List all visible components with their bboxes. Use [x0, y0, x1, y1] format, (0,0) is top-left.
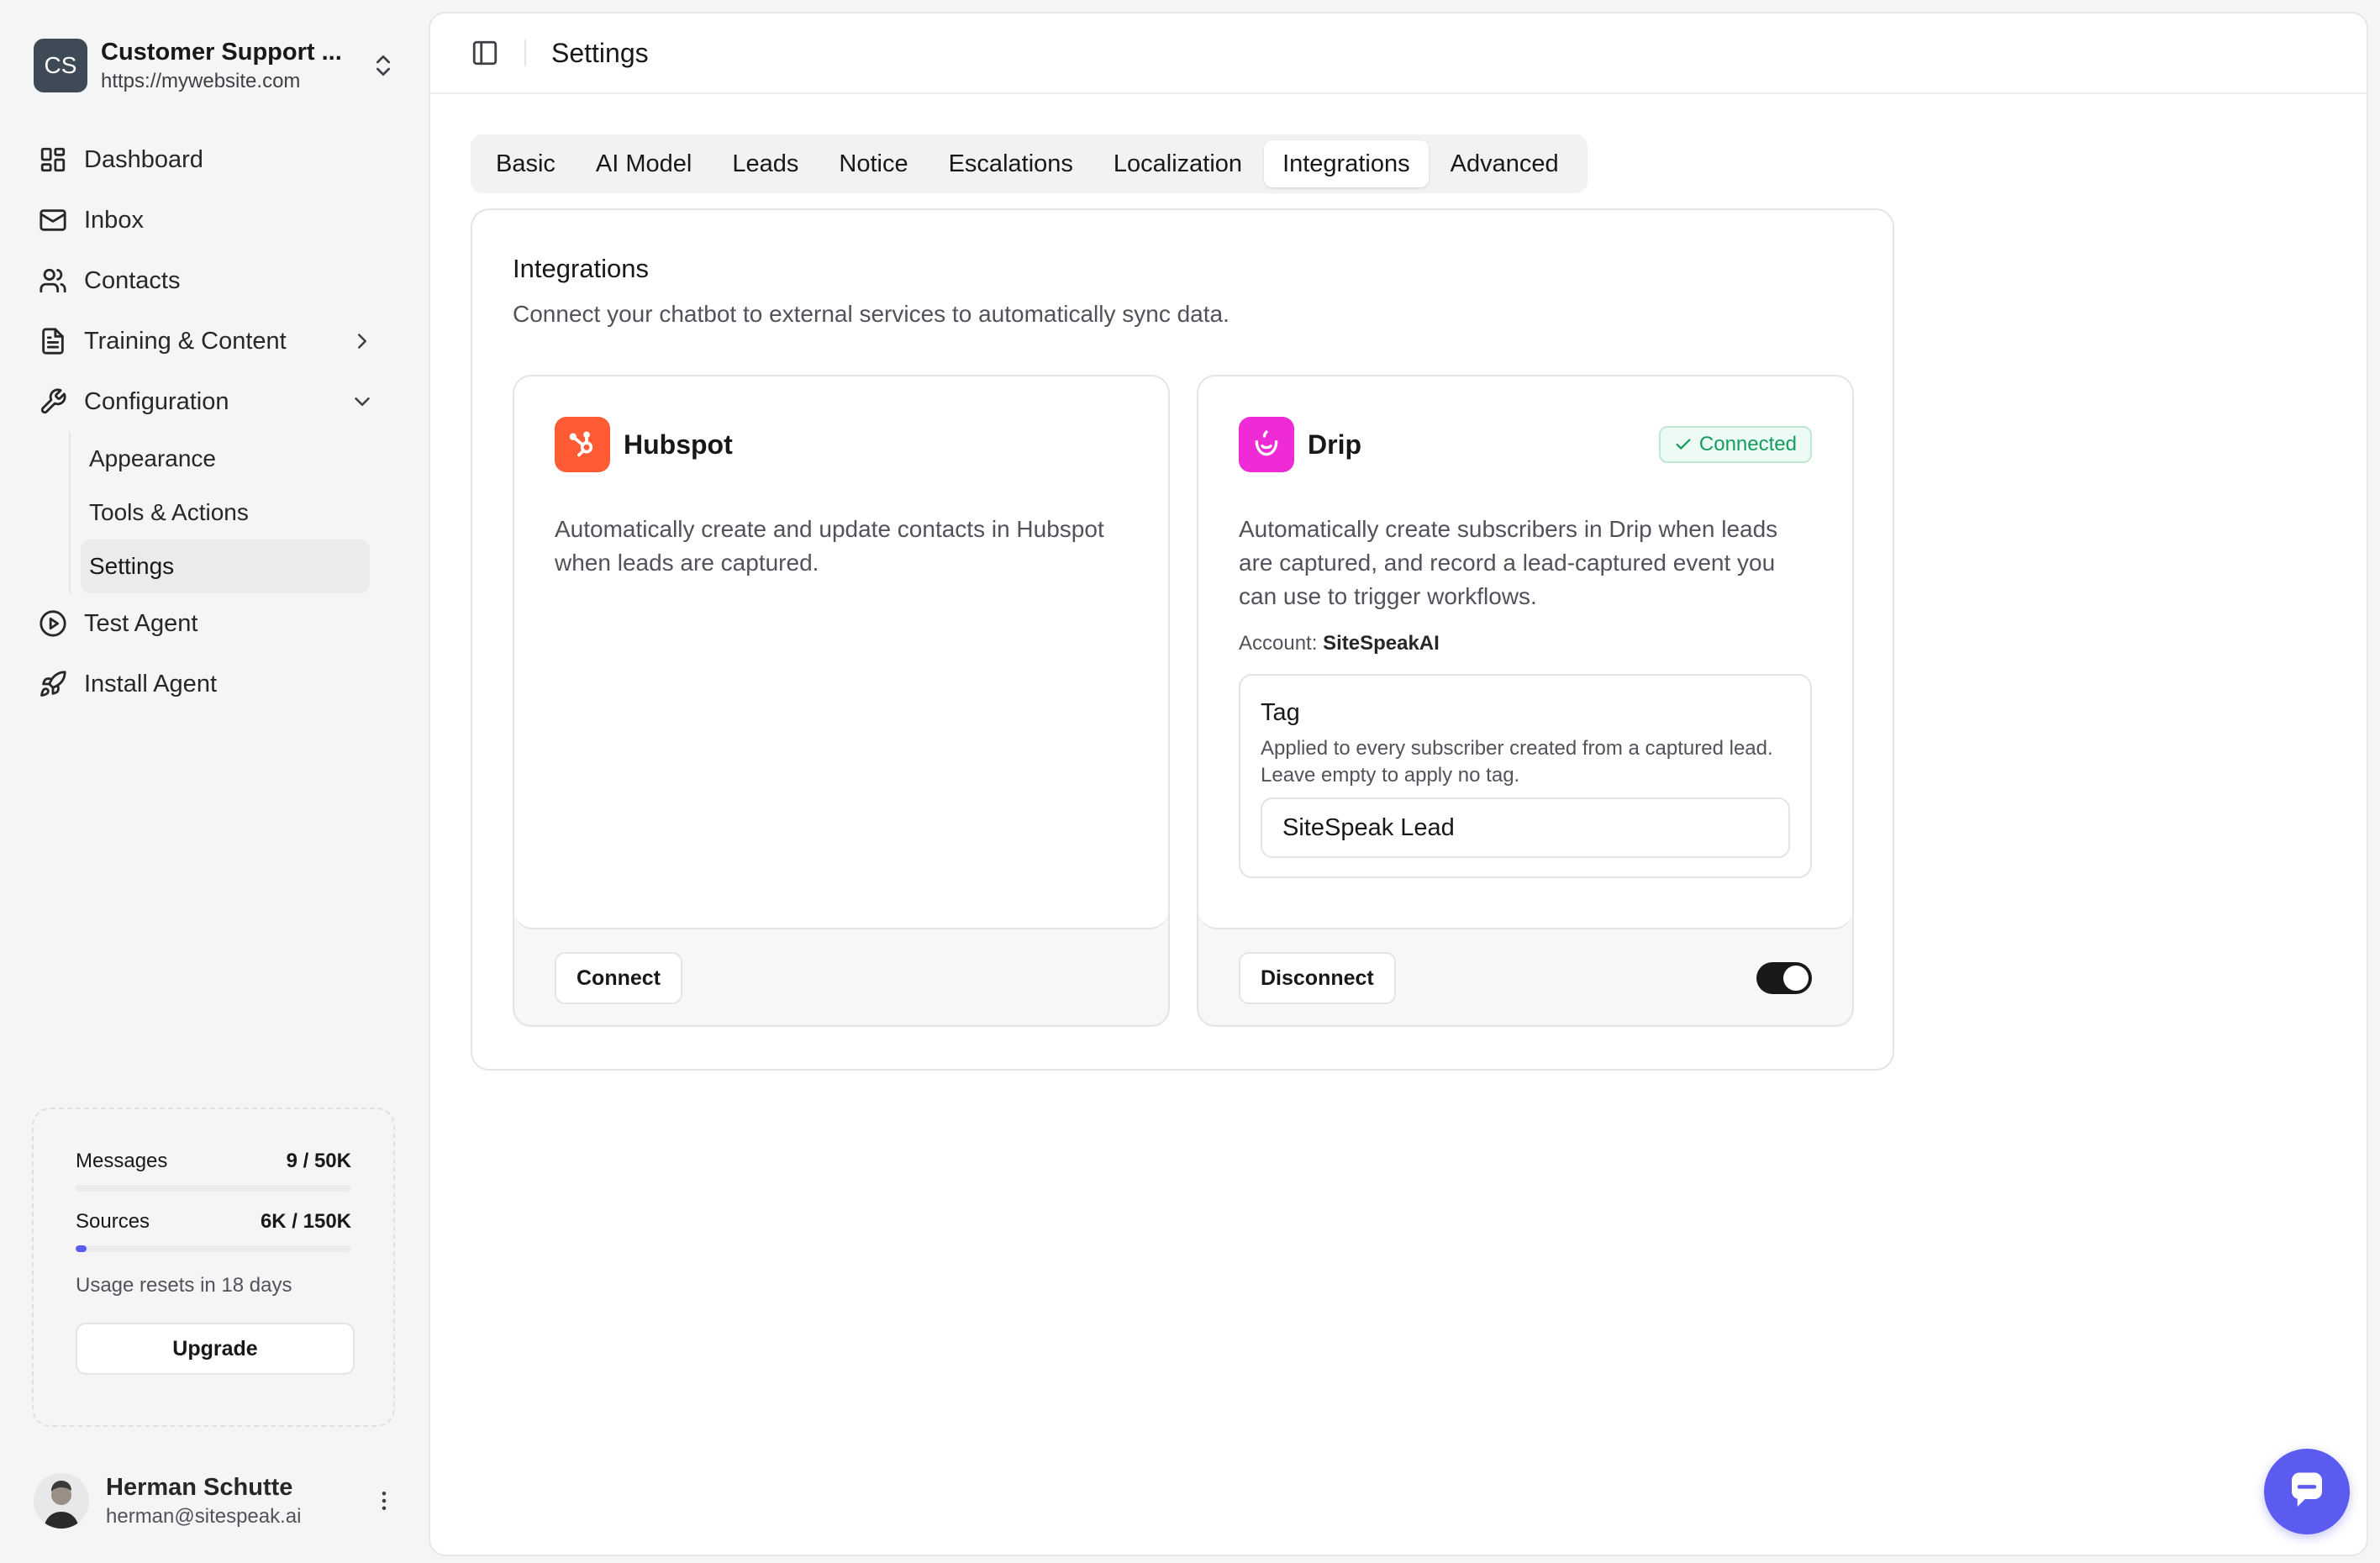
workspace-name: Customer Support ... [101, 38, 342, 66]
more-vertical-icon[interactable] [371, 1488, 397, 1513]
wrench-icon [39, 387, 67, 416]
sidebar-item-settings[interactable]: Settings [81, 539, 370, 593]
status-badge-label: Connected [1698, 433, 1797, 455]
hubspot-logo-icon [555, 417, 610, 472]
tag-input[interactable] [1261, 797, 1790, 858]
usage-card: Messages 9 / 50K Sources 6K / 150K Usage… [32, 1108, 395, 1427]
sources-progress [76, 1245, 351, 1252]
sidebar-item-label: Dashboard [84, 145, 203, 173]
tab-leads[interactable]: Leads [713, 140, 817, 187]
hubspot-name: Hubspot [624, 429, 733, 460]
upgrade-button[interactable]: Upgrade [76, 1323, 355, 1375]
integrations-panel: Integrations Connect your chatbot to ext… [471, 208, 1894, 1071]
user-menu[interactable]: Herman Schutte herman@sitespeak.ai [34, 1469, 397, 1533]
messages-label: Messages [76, 1150, 168, 1172]
workspace-switcher[interactable]: CS Customer Support ... https://mywebsit… [34, 30, 397, 101]
divider [524, 39, 526, 66]
messages-progress [76, 1185, 351, 1192]
sidebar-item-tools-actions[interactable]: Tools & Actions [81, 486, 370, 539]
sidebar-item-label: Configuration [84, 387, 229, 415]
disconnect-button[interactable]: Disconnect [1239, 952, 1396, 1004]
messages-value: 9 / 50K [286, 1150, 351, 1172]
configuration-submenu: Appearance Tools & Actions Settings [69, 432, 397, 593]
sidebar-item-inbox[interactable]: Inbox [34, 190, 397, 250]
mail-icon [39, 206, 67, 234]
tab-ai-model[interactable]: AI Model [577, 140, 710, 187]
user-name: Herman Schutte [106, 1473, 293, 1501]
drip-account: Account: SiteSpeakAI [1239, 632, 1812, 655]
sidebar-item-contacts[interactable]: Contacts [34, 250, 397, 311]
drip-name: Drip [1308, 429, 1361, 460]
panel-description: Connect your chatbot to external service… [513, 301, 1229, 327]
sidebar-item-label: Training & Content [84, 327, 287, 355]
tab-integrations[interactable]: Integrations [1264, 140, 1429, 187]
message-icon [2292, 1472, 2322, 1507]
play-circle-icon [39, 609, 67, 638]
panel-title: Integrations [513, 254, 649, 283]
hubspot-card: Hubspot Automatically create and update … [513, 375, 1170, 1027]
user-email: herman@sitespeak.ai [106, 1504, 302, 1528]
tab-advanced[interactable]: Advanced [1432, 140, 1577, 187]
chevrons-up-down-icon [370, 52, 397, 79]
settings-tabs: Basic AI Model Leads Notice Escalations Local… [471, 134, 1588, 193]
account-label: Account: [1239, 632, 1318, 655]
connect-button[interactable]: Connect [555, 952, 682, 1004]
sidebar-item-label: Inbox [84, 206, 144, 234]
avatar [34, 1473, 89, 1529]
sidebar-item-install-agent[interactable]: Install Agent [34, 654, 397, 714]
chevron-down-icon [350, 389, 375, 414]
chevron-right-icon [350, 329, 375, 354]
rocket-icon [39, 670, 67, 698]
drip-description: Automatically create subscribers in Drip… [1239, 516, 1778, 609]
sidebar-item-label: Contacts [84, 266, 181, 294]
drip-card: Drip Connected Automatically create subs… [1197, 375, 1854, 1027]
main-panel: Settings Basic AI Model Leads Notice Escalat… [429, 12, 2368, 1556]
users-icon [39, 266, 67, 295]
tab-escalations[interactable]: Escalations [930, 140, 1092, 187]
sources-value: 6K / 150K [260, 1210, 351, 1233]
check-icon [1676, 439, 1691, 450]
drip-enabled-toggle[interactable] [1756, 962, 1812, 994]
usage-reset-text: Usage resets in 18 days [76, 1274, 292, 1297]
layout-dashboard-icon [39, 145, 67, 174]
sidebar-item-configuration[interactable]: Configuration [34, 371, 397, 432]
sidebar-item-label: Test Agent [84, 609, 198, 637]
chat-launcher-button[interactable] [2264, 1449, 2350, 1534]
drip-logo-icon [1239, 417, 1294, 472]
status-badge: Connected [1658, 426, 1812, 463]
sidebar-item-appearance[interactable]: Appearance [81, 432, 370, 486]
tab-notice[interactable]: Notice [820, 140, 926, 187]
workspace-url: https://mywebsite.com [101, 69, 301, 92]
file-text-icon [39, 327, 67, 355]
toggle-knob [1783, 966, 1809, 991]
hubspot-description: Automatically create and update contacts… [555, 516, 1104, 576]
sidebar-item-test-agent[interactable]: Test Agent [34, 593, 397, 654]
account-value: SiteSpeakAI [1323, 632, 1440, 655]
sidebar-item-training[interactable]: Training & Content [34, 311, 397, 371]
tab-localization[interactable]: Localization [1095, 140, 1261, 187]
sources-label: Sources [76, 1210, 150, 1233]
panel-left-icon[interactable] [471, 39, 499, 67]
tag-title: Tag [1261, 699, 1300, 726]
workspace-avatar: CS [34, 39, 87, 92]
sidebar-nav: Dashboard Inbox Contacts Training & Cont… [34, 129, 397, 714]
tag-section: Tag Applied to every subscriber created … [1239, 674, 1812, 878]
topbar: Settings [430, 13, 2367, 94]
sidebar-item-dashboard[interactable]: Dashboard [34, 129, 397, 190]
tag-help-text: Applied to every subscriber created from… [1261, 737, 1773, 787]
tab-basic[interactable]: Basic [477, 140, 574, 187]
page-title: Settings [551, 37, 649, 68]
sidebar-item-label: Install Agent [84, 670, 217, 697]
sidebar: CS Customer Support ... https://mywebsit… [0, 0, 427, 1563]
